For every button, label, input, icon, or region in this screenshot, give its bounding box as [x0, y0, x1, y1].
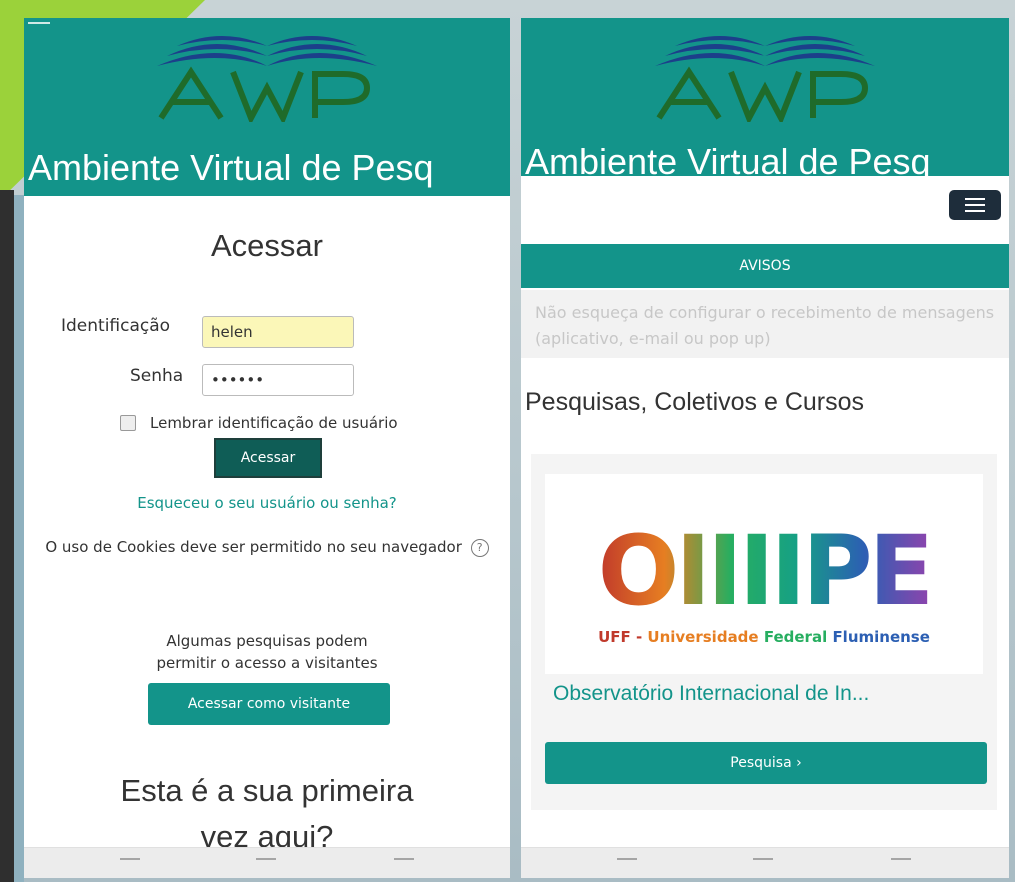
section-title: Pesquisas, Coletivos e Cursos [525, 388, 865, 416]
site-header: Ambiente Virtual de Pesq [24, 18, 510, 196]
menu-icon[interactable] [28, 22, 50, 24]
hamburger-line [965, 198, 985, 200]
home-icon[interactable] [753, 858, 773, 874]
hamburger-line [965, 210, 985, 212]
login-heading: Acessar [211, 228, 323, 263]
cookie-notice-text: O uso de Cookies deve ser permitido no s… [45, 538, 462, 556]
course-card-image[interactable]: OIIIIPE UFF - Universidade Federal Flumi… [545, 474, 983, 674]
notice-text: Não esqueça de configurar o recebimento … [521, 290, 1009, 358]
help-icon[interactable]: ? [470, 538, 489, 557]
visitor-info-line2: permitir o acesso a visitantes [156, 654, 378, 672]
avp-logo-icon [157, 36, 377, 122]
visitor-info: Algumas pesquisas podem permitir o acess… [24, 630, 510, 674]
site-title: Ambiente Virtual de Pesq [525, 141, 931, 176]
svg-text:UFF - Universidade Federal Flu: UFF - Universidade Federal Fluminense [598, 628, 930, 646]
logo-subtitle-part: Federal [764, 628, 833, 646]
username-label: Identificação [61, 316, 171, 336]
remember-row: Lembrar identificação de usuário [120, 414, 398, 432]
site-header: Ambiente Virtual de Pesq [521, 18, 1009, 176]
login-button[interactable]: Acessar [214, 438, 322, 478]
home-screen: Ambiente Virtual de Pesq AVISOS Não esqu… [521, 18, 1009, 878]
avp-logo-icon [655, 36, 875, 122]
recent-apps-icon[interactable] [120, 858, 140, 874]
login-screen: Ambiente Virtual de Pesq Acessar Identif… [24, 18, 510, 878]
logo-subtitle-part: UFF - [598, 628, 647, 646]
first-time-line1: Esta é a sua primeira [120, 773, 414, 808]
cookie-notice: O uso de Cookies deve ser permitido no s… [34, 536, 500, 558]
visitor-info-line1: Algumas pesquisas podem [166, 632, 368, 650]
slide-accent-dark [0, 190, 14, 882]
recent-apps-icon[interactable] [617, 858, 637, 874]
android-nav-bar [24, 847, 510, 878]
guest-login-button[interactable]: Acessar como visitante [148, 683, 390, 725]
home-icon[interactable] [256, 858, 276, 874]
hamburger-menu-button[interactable] [949, 190, 1001, 220]
back-icon[interactable] [394, 858, 414, 874]
course-card-title[interactable]: Observatório Internacional de In... [553, 682, 869, 706]
oiiipe-logo-icon: OIIIIPE UFF - Universidade Federal Flumi… [598, 515, 934, 646]
remember-checkbox[interactable] [120, 415, 136, 431]
pesquisa-button[interactable]: Pesquisa › [545, 742, 987, 784]
logo-subtitle-part: Universidade [647, 628, 763, 646]
password-label: Senha [130, 366, 184, 386]
logo-subtitle-part: Fluminense [832, 628, 929, 646]
site-title: Ambiente Virtual de Pesq [28, 147, 434, 188]
notices-bar[interactable]: AVISOS [521, 244, 1009, 288]
remember-label: Lembrar identificação de usuário [150, 414, 398, 432]
forgot-password-link[interactable]: Esqueceu o seu usuário ou senha? [24, 494, 510, 512]
username-input[interactable]: helen [202, 316, 354, 348]
android-nav-bar [521, 847, 1009, 878]
password-input[interactable]: •••••• [202, 364, 354, 396]
back-icon[interactable] [891, 858, 911, 874]
slide-accent-rail [14, 195, 24, 882]
course-card: OIIIIPE UFF - Universidade Federal Flumi… [531, 454, 997, 810]
hamburger-line [965, 204, 985, 206]
oiiipe-word: OIIIIPE [598, 515, 930, 627]
